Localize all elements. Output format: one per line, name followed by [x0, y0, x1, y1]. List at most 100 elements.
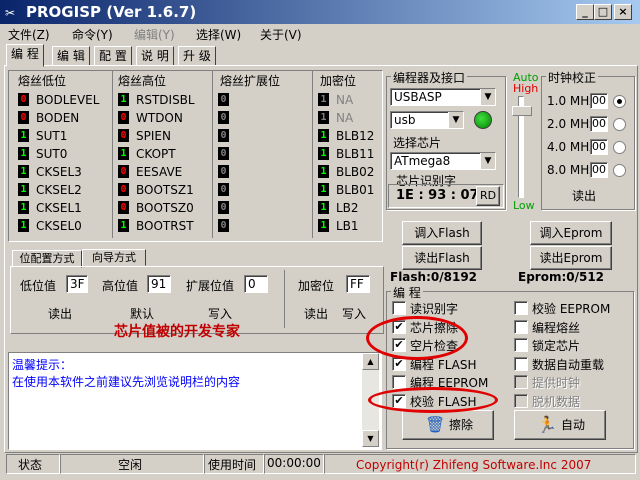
chevron-down-icon[interactable]: ▼ — [480, 153, 495, 169]
chevron-down-icon[interactable]: ▼ — [448, 112, 463, 128]
tab-help[interactable]: 说 明 — [136, 46, 174, 66]
clock-radio[interactable] — [613, 164, 626, 177]
option-checkbox[interactable] — [514, 393, 528, 408]
chip-title: 选择芯片 — [391, 134, 444, 151]
fuse-bit-indicator[interactable]: 1 — [18, 183, 29, 196]
fuse-divider — [112, 70, 113, 238]
fuse-write-button[interactable]: 写入 — [208, 305, 232, 322]
fuse-bit-indicator[interactable]: 0 — [18, 93, 29, 106]
option-checkbox[interactable] — [514, 375, 528, 389]
tab-program[interactable]: 编 程 — [6, 44, 44, 67]
clock-freq-label: 4.0 MHz — [547, 140, 596, 154]
flash-info: Flash:0/8192 — [390, 270, 478, 284]
clock-read-button[interactable]: 读出 — [572, 187, 596, 204]
option-checkbox[interactable] — [392, 301, 406, 315]
fuse-bit-indicator[interactable]: 1 — [318, 183, 329, 196]
auto-button[interactable]: 🏃 自动 — [514, 410, 606, 440]
clock-radio[interactable] — [613, 118, 626, 131]
clock-radio[interactable] — [613, 141, 626, 154]
clock-cal-value[interactable]: 00 — [590, 162, 608, 178]
menu-about[interactable]: 关于(V) — [260, 26, 302, 43]
fuse-bit-indicator[interactable]: 1 — [18, 219, 29, 232]
fuse-bit-indicator[interactable]: 0 — [118, 201, 129, 214]
chip-select[interactable]: ATmega8 ▼ — [390, 152, 496, 170]
close-button[interactable]: × — [614, 4, 632, 20]
fuse-bit-indicator[interactable]: 1 — [118, 219, 129, 232]
read-signature-button[interactable]: RD — [476, 186, 500, 206]
programmer-select[interactable]: USBASP ▼ — [390, 88, 496, 106]
fuse-bit-indicator[interactable]: 1 — [318, 129, 329, 142]
lock-read-button[interactable]: 读出 — [304, 305, 328, 322]
tab-upgrade[interactable]: 升 级 — [178, 46, 216, 66]
fuse-bit-indicator[interactable]: 0 — [218, 111, 229, 124]
slider-thumb[interactable] — [512, 106, 532, 116]
fuse-bit-indicator[interactable]: 0 — [118, 183, 129, 196]
fuse-bit-indicator[interactable]: 0 — [118, 165, 129, 178]
chip-value: ATmega8 — [394, 154, 451, 168]
maximize-button[interactable]: □ — [594, 4, 612, 20]
ext-value-label: 扩展位值 — [186, 279, 235, 293]
fuse-bit-indicator[interactable]: 1 — [318, 111, 329, 124]
fuse-bit-indicator[interactable]: 0 — [118, 111, 129, 124]
menu-file[interactable]: 文件(Z) — [8, 26, 50, 43]
option-checkbox[interactable] — [392, 375, 406, 389]
low-value-field[interactable]: 3F — [66, 275, 88, 293]
time-value: 00:00:00 — [267, 456, 321, 470]
fuse-bit-indicator[interactable]: 0 — [118, 129, 129, 142]
save-flash-button[interactable]: 读出Flash — [402, 246, 482, 270]
fuse-default-button[interactable]: 默认 — [130, 305, 154, 322]
option-checkbox[interactable] — [514, 301, 528, 315]
fuse-bit-indicator[interactable]: 1 — [318, 201, 329, 214]
tab-wizard[interactable]: 向导方式 — [82, 249, 146, 266]
load-eprom-button[interactable]: 调入Eprom — [530, 221, 612, 245]
load-flash-button[interactable]: 调入Flash — [402, 221, 482, 245]
clock-radio[interactable] — [613, 95, 626, 108]
fuse-bit-indicator[interactable]: 1 — [318, 93, 329, 106]
fuse-bit-indicator[interactable]: 0 — [218, 165, 229, 178]
ext-value-field[interactable]: 0 — [244, 275, 268, 293]
tab-edit[interactable]: 编 辑 — [52, 46, 90, 66]
clock-cal-value[interactable]: 00 — [590, 139, 608, 155]
eprom-info: Eprom:0/512 — [518, 270, 605, 284]
fuse-bit-indicator[interactable]: 1 — [318, 219, 329, 232]
fuse-bit-indicator[interactable]: 1 — [118, 93, 129, 106]
fuse-bit-indicator[interactable]: 0 — [218, 129, 229, 142]
fuse-bit-indicator[interactable]: 0 — [218, 201, 229, 214]
menu-command[interactable]: 命令(Y) — [72, 26, 113, 43]
fuse-bit-indicator[interactable]: 1 — [318, 147, 329, 160]
fuse-bit-indicator[interactable]: 1 — [18, 129, 29, 142]
fuse-bit-indicator[interactable]: 0 — [218, 219, 229, 232]
lock-write-button[interactable]: 写入 — [342, 305, 366, 322]
lock-value-field[interactable]: FF — [346, 275, 370, 293]
chevron-down-icon[interactable]: ▼ — [480, 89, 495, 105]
option-checkbox[interactable] — [514, 356, 528, 371]
menu-edit[interactable]: 编辑(Y) — [134, 26, 175, 43]
high-value-field[interactable]: 91 — [147, 275, 171, 293]
fuse-bit-label: CKSEL0 — [36, 219, 82, 233]
minimize-button[interactable]: _ — [576, 4, 594, 20]
fuse-bit-label: NA — [336, 111, 354, 125]
fuse-bit-indicator[interactable]: 0 — [18, 111, 29, 124]
tab-config[interactable]: 配 置 — [94, 46, 132, 66]
menu-select[interactable]: 选择(W) — [196, 26, 241, 43]
fuse-bit-indicator[interactable]: 0 — [218, 183, 229, 196]
fuse-bit-indicator[interactable]: 0 — [218, 93, 229, 106]
scroll-up-icon[interactable]: ▲ — [362, 353, 379, 370]
fuse-bit-indicator[interactable]: 1 — [318, 165, 329, 178]
fuse-bit-indicator[interactable]: 1 — [18, 201, 29, 214]
save-eprom-button[interactable]: 读出Eprom — [530, 246, 612, 270]
option-label: 读识别字 — [410, 302, 459, 316]
port-select[interactable]: usb ▼ — [390, 111, 464, 129]
fuse-read-button[interactable]: 读出 — [48, 305, 72, 322]
programmer-value: USBASP — [394, 90, 442, 104]
clock-cal-value[interactable]: 00 — [590, 93, 608, 109]
option-checkbox[interactable] — [514, 338, 528, 352]
fuse-bit-indicator[interactable]: 0 — [218, 147, 229, 160]
fuse-bit-indicator[interactable]: 1 — [18, 147, 29, 160]
scroll-down-icon[interactable]: ▼ — [362, 430, 379, 447]
fuse-bit-indicator[interactable]: 1 — [118, 147, 129, 160]
erase-button[interactable]: 🗑 擦除 — [402, 410, 494, 440]
clock-cal-value[interactable]: 00 — [590, 116, 608, 132]
option-checkbox[interactable] — [514, 319, 528, 334]
fuse-bit-indicator[interactable]: 1 — [18, 165, 29, 178]
